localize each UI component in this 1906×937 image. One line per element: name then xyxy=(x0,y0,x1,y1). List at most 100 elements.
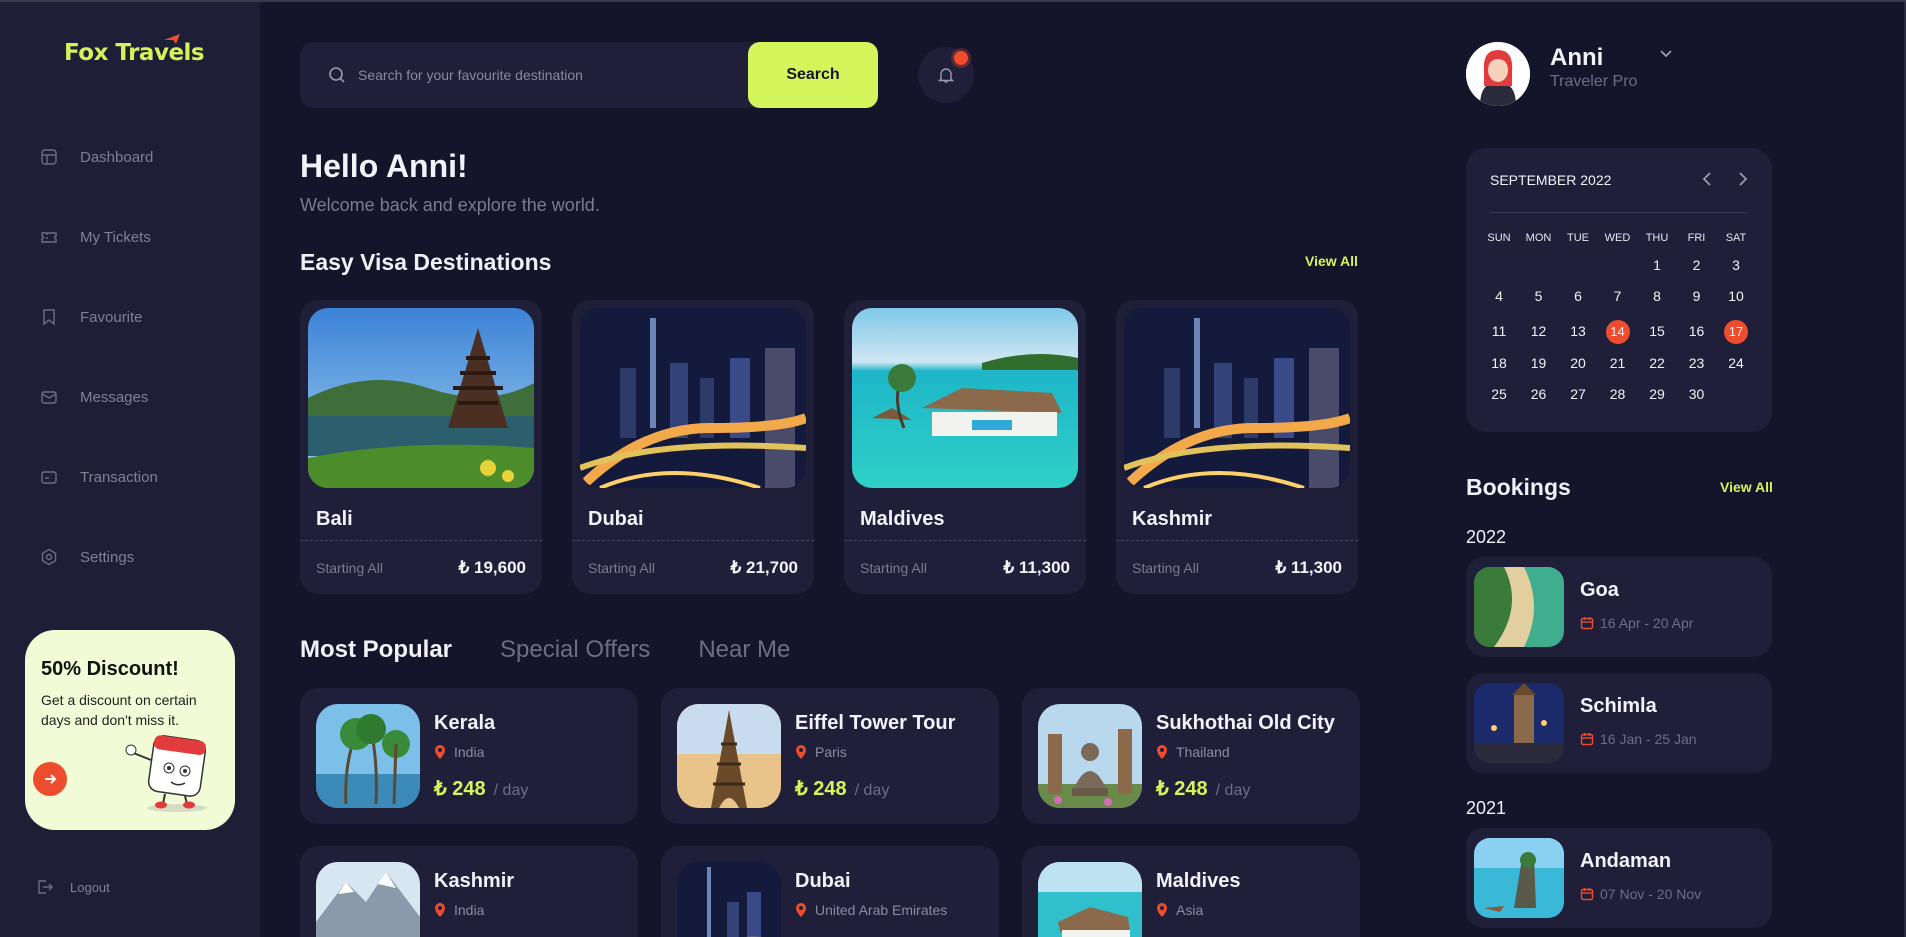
popular-photo xyxy=(1038,704,1142,808)
gear-icon xyxy=(40,548,58,566)
calendar-day[interactable]: 16 xyxy=(1678,318,1716,344)
calendar-day[interactable]: 11 xyxy=(1480,318,1518,344)
popular-card-dubai[interactable]: Dubai United Arab Emirates xyxy=(661,846,999,937)
booking-dates: 16 Jan - 25 Jan xyxy=(1580,731,1697,747)
calendar-day[interactable]: 6 xyxy=(1559,283,1597,309)
bookings-title: Bookings xyxy=(1466,474,1571,500)
notification-dot xyxy=(954,51,968,65)
calendar-day[interactable]: 13 xyxy=(1559,318,1597,344)
calendar-day[interactable]: 8 xyxy=(1638,283,1676,309)
calendar-day[interactable]: 14 xyxy=(1599,318,1637,344)
sidebar-item-settings[interactable]: Settings xyxy=(40,542,240,572)
destination-name: Maldives xyxy=(860,508,945,530)
bookmark-icon xyxy=(40,308,58,326)
promo-arrow-button[interactable] xyxy=(33,762,67,796)
price-amount: ₺ 248 xyxy=(795,778,847,800)
calendar-day[interactable]: 20 xyxy=(1559,350,1597,376)
sidebar-item-dashboard[interactable]: Dashboard xyxy=(40,142,240,172)
tab-near-me[interactable]: Near Me xyxy=(698,636,790,664)
card-divider xyxy=(572,540,814,541)
destination-card-dubai[interactable]: Dubai Starting All ₺ 21,700 xyxy=(572,300,814,594)
sidebar-item-favourite[interactable]: Favourite xyxy=(40,302,240,332)
user-name: Anni xyxy=(1550,44,1604,71)
calendar-day[interactable]: 22 xyxy=(1638,350,1676,376)
calendar-day[interactable]: 19 xyxy=(1520,350,1558,376)
destination-card-maldives[interactable]: Maldives Starting All ₺ 11,300 xyxy=(844,300,1086,594)
grid-icon xyxy=(40,148,58,166)
popular-location: United Arab Emirates xyxy=(795,902,947,918)
calendar-day[interactable]: 30 xyxy=(1678,381,1716,407)
booking-photo xyxy=(1474,838,1564,918)
calendar-day[interactable]: 18 xyxy=(1480,350,1518,376)
price-unit: / day xyxy=(493,782,529,799)
search-input[interactable] xyxy=(358,62,738,88)
popular-location: India xyxy=(434,902,484,918)
popular-card-kashmir[interactable]: Kashmir India xyxy=(300,846,638,937)
booking-card-goa[interactable]: Goa 16 Apr - 20 Apr xyxy=(1466,557,1772,657)
calendar-day[interactable]: 12 xyxy=(1520,318,1558,344)
calendar-day[interactable]: 25 xyxy=(1480,381,1518,407)
booking-card-schimla[interactable]: Schimla 16 Jan - 25 Jan xyxy=(1466,673,1772,773)
calendar-day[interactable]: 28 xyxy=(1599,381,1637,407)
calendar-day[interactable]: 9 xyxy=(1678,283,1716,309)
location-pin-icon xyxy=(796,745,806,759)
calendar-day[interactable]: 27 xyxy=(1559,381,1597,407)
easy-visa-view-all-link[interactable]: View All xyxy=(1305,253,1358,269)
calendar-day[interactable]: 5 xyxy=(1520,283,1558,309)
tab-most-popular[interactable]: Most Popular xyxy=(300,636,452,664)
calendar-day[interactable]: 29 xyxy=(1638,381,1676,407)
calendar-day[interactable]: 15 xyxy=(1638,318,1676,344)
calendar-day[interactable]: 23 xyxy=(1678,350,1716,376)
chevron-right-icon[interactable] xyxy=(1734,170,1750,188)
destination-price: ₺ 11,300 xyxy=(1275,558,1342,577)
popular-photo xyxy=(316,862,420,937)
sidebar-item-my-tickets[interactable]: My Tickets xyxy=(40,222,240,252)
calendar-day[interactable]: 1 xyxy=(1638,252,1676,278)
booking-year: 2022 xyxy=(1466,527,1507,547)
popular-name: Dubai xyxy=(795,870,851,892)
destination-card-bali[interactable]: Bali Starting All ₺ 19,600 xyxy=(300,300,542,594)
calendar-month-title: SEPTEMBER 2022 xyxy=(1490,172,1612,188)
booking-dates-text: 07 Nov - 20 Nov xyxy=(1600,886,1702,902)
calendar-day[interactable]: 3 xyxy=(1717,252,1755,278)
booking-dates: 16 Apr - 20 Apr xyxy=(1580,615,1693,631)
sidebar-item-label: Dashboard xyxy=(80,148,154,166)
logout-button[interactable]: Logout xyxy=(36,878,110,896)
bookings-view-all-link[interactable]: View All xyxy=(1720,479,1773,495)
chevron-left-icon[interactable] xyxy=(1700,170,1716,188)
notifications-button[interactable] xyxy=(918,47,974,103)
popular-card-maldives[interactable]: Maldives Asia xyxy=(1022,846,1360,937)
calendar-day[interactable]: 21 xyxy=(1599,350,1637,376)
popular-name: Kashmir xyxy=(434,870,515,892)
sidebar-item-transaction[interactable]: Transaction xyxy=(40,462,240,492)
calendar-weekday: TUE xyxy=(1567,232,1589,244)
starting-label: Starting All xyxy=(588,560,655,576)
calendar-day[interactable]: 24 xyxy=(1717,350,1755,376)
calendar-day[interactable]: 2 xyxy=(1678,252,1716,278)
calendar-day[interactable]: 7 xyxy=(1599,283,1637,309)
search-button[interactable]: Search xyxy=(748,42,878,108)
booking-dates-text: 16 Apr - 20 Apr xyxy=(1600,615,1694,631)
popular-location: Asia xyxy=(1156,902,1203,918)
tab-special-offers[interactable]: Special Offers xyxy=(500,636,650,664)
popular-price: ₺ 248 / day xyxy=(795,776,889,801)
starting-label: Starting All xyxy=(316,560,383,576)
sidebar-item-messages[interactable]: Messages xyxy=(40,382,240,412)
destination-card-kashmir[interactable]: Kashmir Starting All ₺ 11,300 xyxy=(1116,300,1358,594)
popular-card-sukhothai[interactable]: Sukhothai Old City Thailand ₺ 248 / day xyxy=(1022,688,1360,824)
calendar-day[interactable]: 10 xyxy=(1717,283,1755,309)
brand-logo[interactable]: Fox Travels xyxy=(64,32,205,78)
chevron-down-icon[interactable] xyxy=(1658,46,1674,62)
popular-card-kerala[interactable]: Kerala India ₺ 248 / day xyxy=(300,688,638,824)
popular-price: ₺ 248 / day xyxy=(434,776,528,801)
user-role: Traveler Pro xyxy=(1550,73,1638,90)
calendar-day[interactable]: 4 xyxy=(1480,283,1518,309)
avatar[interactable] xyxy=(1466,42,1530,106)
popular-card-eiffel-tower[interactable]: Eiffel Tower Tour Paris ₺ 248 / day xyxy=(661,688,999,824)
booking-card-andaman[interactable]: Andaman 07 Nov - 20 Nov xyxy=(1466,828,1772,928)
booking-name: Andaman xyxy=(1580,850,1672,872)
price-unit: / day xyxy=(854,782,890,799)
starting-label: Starting All xyxy=(860,560,927,576)
calendar-day[interactable]: 17 xyxy=(1717,318,1755,344)
calendar-day[interactable]: 26 xyxy=(1520,381,1558,407)
